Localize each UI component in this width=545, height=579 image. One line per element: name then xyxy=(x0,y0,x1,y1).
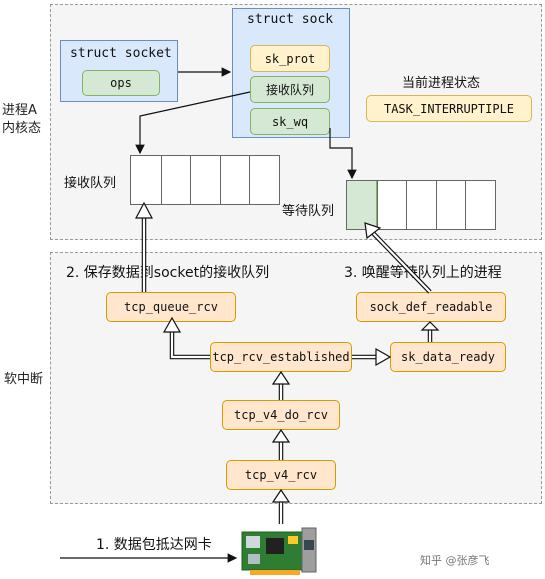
arrow-skwq-to-wait-queue xyxy=(329,128,357,180)
arrow-sock-to-recv-queue xyxy=(135,91,251,155)
nic-card-icon xyxy=(241,527,317,575)
connector-arrows xyxy=(60,67,440,563)
watermark: 知乎 @张彦飞 xyxy=(420,554,490,567)
